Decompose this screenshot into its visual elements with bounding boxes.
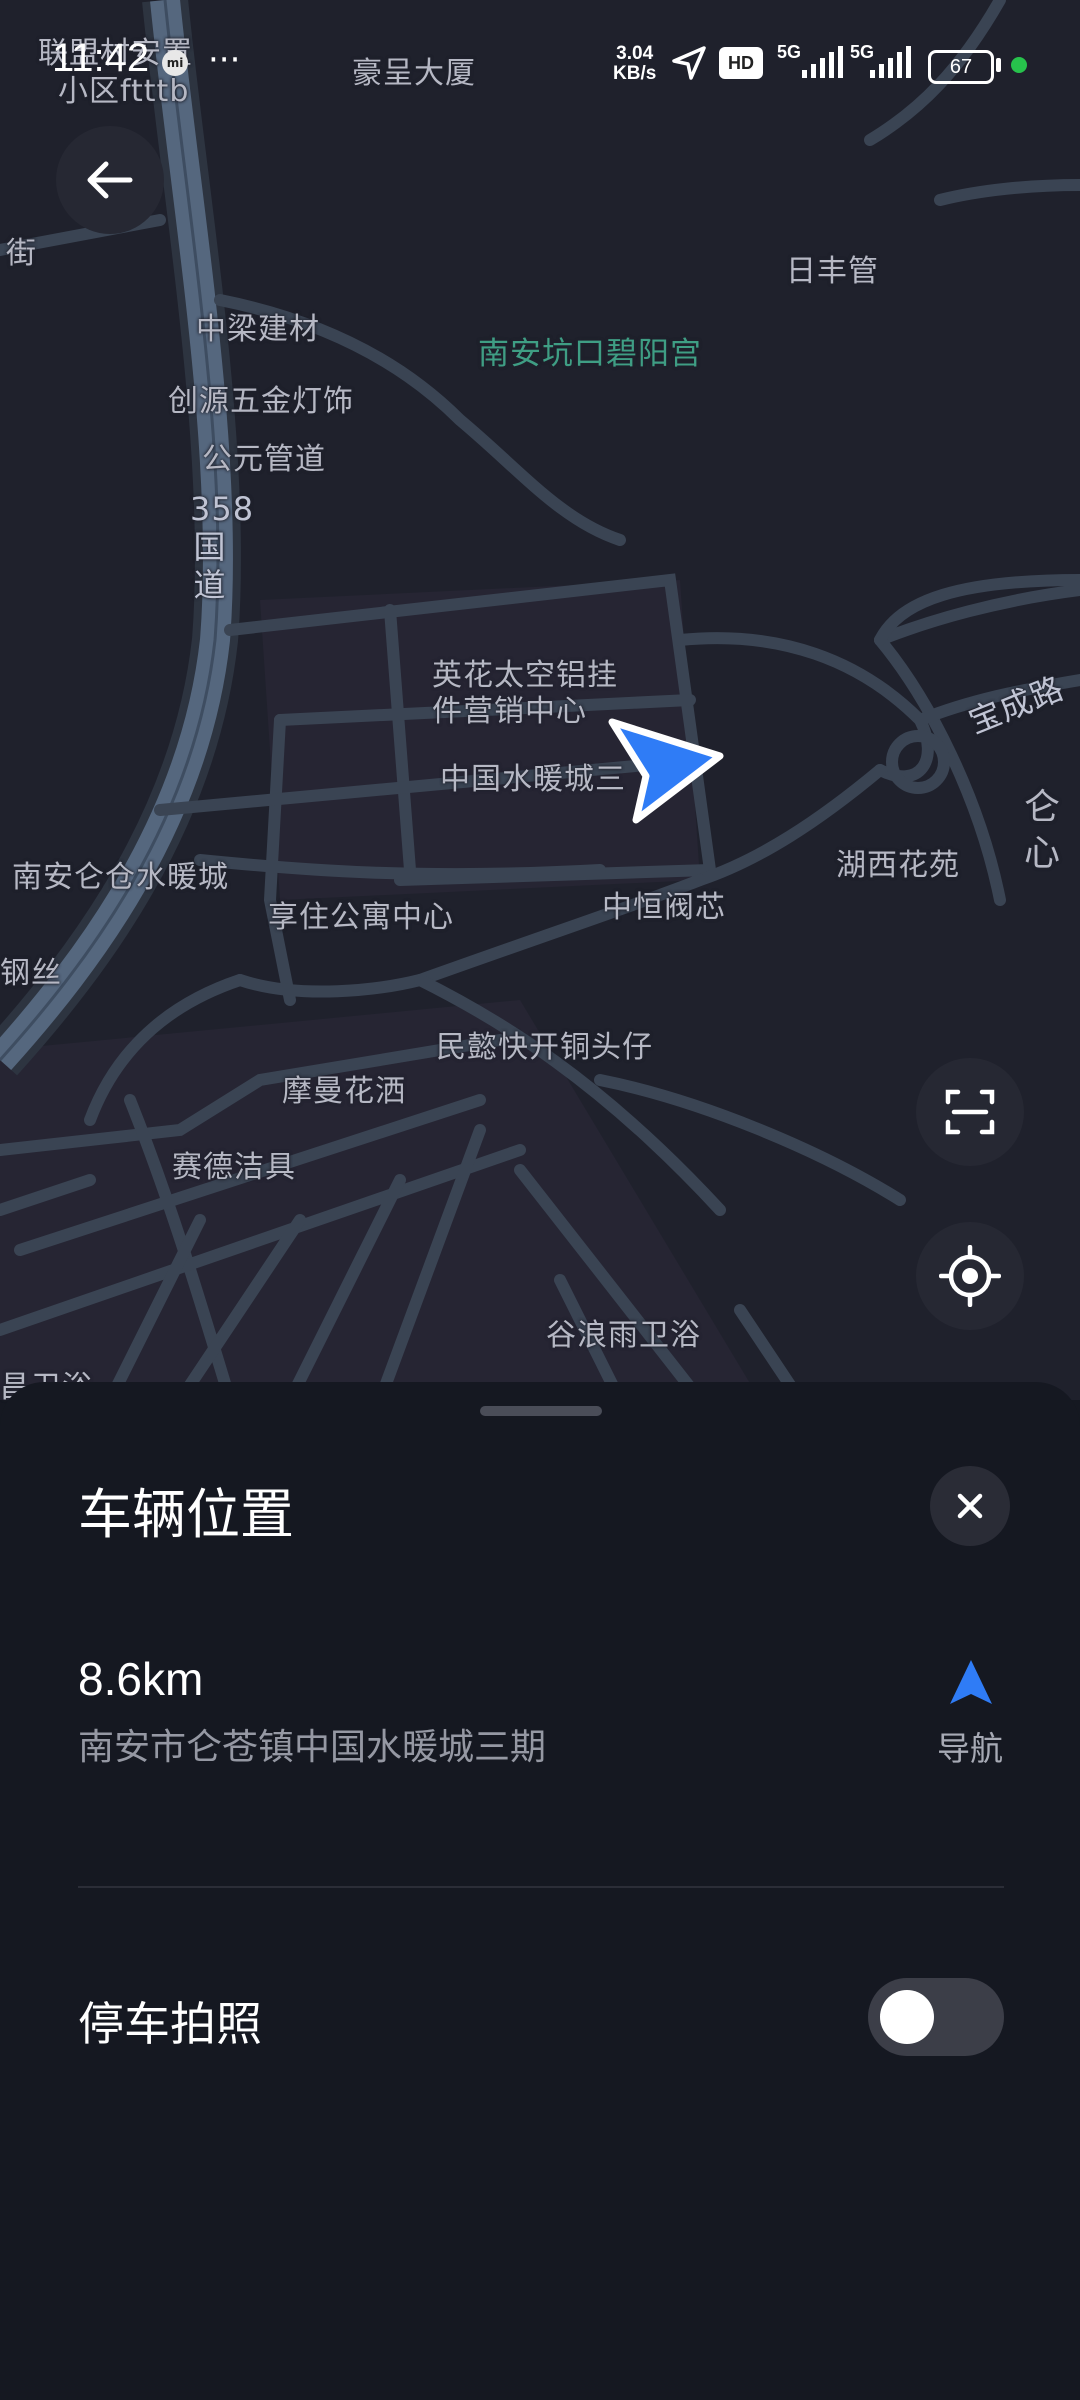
vehicle-location-arrow-icon[interactable] [606, 716, 726, 826]
navigate-label: 导航 [937, 1729, 1003, 1768]
crosshair-location-icon [939, 1245, 1001, 1307]
signal-strength-icon [870, 46, 911, 78]
network-speed: 3.04 KB/s [613, 44, 656, 84]
map-label: 心 [1024, 833, 1062, 874]
map-label: 南安仑仓水暖城 [12, 860, 229, 895]
privacy-indicator-dot [1011, 57, 1027, 73]
map-label: 民懿快开铜头仔 [436, 1030, 653, 1065]
map-label: 中国水暖城三 [440, 762, 626, 797]
map-label: 摩曼花洒 [282, 1074, 406, 1109]
battery-tip [996, 58, 1001, 72]
vehicle-address: 南安市仑苍镇中国水暖城三期 [78, 1727, 547, 1768]
parking-photo-label: 停车拍照 [78, 1997, 262, 2051]
map-label-temple: 南安坑口碧阳宫 [478, 336, 702, 372]
map-label-highway: 358国道 [190, 490, 255, 604]
locate-me-button[interactable] [916, 1222, 1024, 1330]
signal-strength-icon [802, 46, 843, 78]
scan-icon [945, 1089, 995, 1135]
navigate-button[interactable]: 导航 [920, 1658, 1020, 1768]
navigation-arrow-icon [950, 1660, 992, 1704]
parking-photo-toggle[interactable] [868, 1978, 1004, 2056]
map-label: 享住公寓中心 [268, 900, 454, 935]
map-label: 中梁建材 [196, 312, 320, 347]
back-button[interactable] [56, 126, 164, 234]
close-button[interactable] [930, 1466, 1010, 1546]
vehicle-location-sheet: 车辆位置 8.6km 南安市仑苍镇中国水暖城三期 导航 停车拍照 [0, 1382, 1080, 2400]
map-label: 公元管道 [202, 442, 326, 477]
network-speed-unit: KB/s [613, 63, 657, 84]
map-label: 街 [6, 236, 37, 271]
map-label: 件营销中心 [432, 694, 587, 729]
vehicle-distance: 8.6km [78, 1653, 204, 1705]
map-label: 日丰管 [786, 254, 879, 289]
map-label: 赛德洁具 [172, 1150, 296, 1185]
map-label: 创源五金灯饰 [168, 384, 354, 419]
sheet-title: 车辆位置 [78, 1483, 294, 1546]
divider [78, 1886, 1004, 1888]
status-time: 11:42 [52, 36, 150, 80]
map-label: 湖西花苑 [836, 848, 960, 883]
network-type-1: 5G [777, 42, 802, 62]
close-icon [957, 1493, 983, 1519]
sheet-drag-handle[interactable] [480, 1406, 602, 1416]
more-notifications-icon: ··· [208, 40, 241, 80]
location-icon [672, 46, 706, 80]
hd-voice-icon: HD [719, 47, 763, 79]
mi-notification-icon: mi [162, 50, 188, 76]
toggle-knob [880, 1990, 934, 2044]
arrow-left-icon [87, 161, 133, 199]
map-label: 钢丝 [0, 956, 62, 991]
map-view[interactable]: 联盟村安置 小区ftttb 豪呈大厦 街 日丰管 中梁建材 南安坑口碧阳宫 创源… [0, 0, 1080, 1405]
map-label: 仑 [1024, 787, 1062, 828]
network-speed-value: 3.04 [616, 43, 654, 64]
map-label: 中恒阀芯 [602, 890, 726, 925]
battery-icon: 67 [928, 50, 994, 84]
map-label: 谷浪雨卫浴 [546, 1318, 701, 1353]
scan-button[interactable] [916, 1058, 1024, 1166]
status-bar: 11:42 mi ··· 3.04 KB/s HD 5G 5G 67 [0, 0, 1080, 120]
